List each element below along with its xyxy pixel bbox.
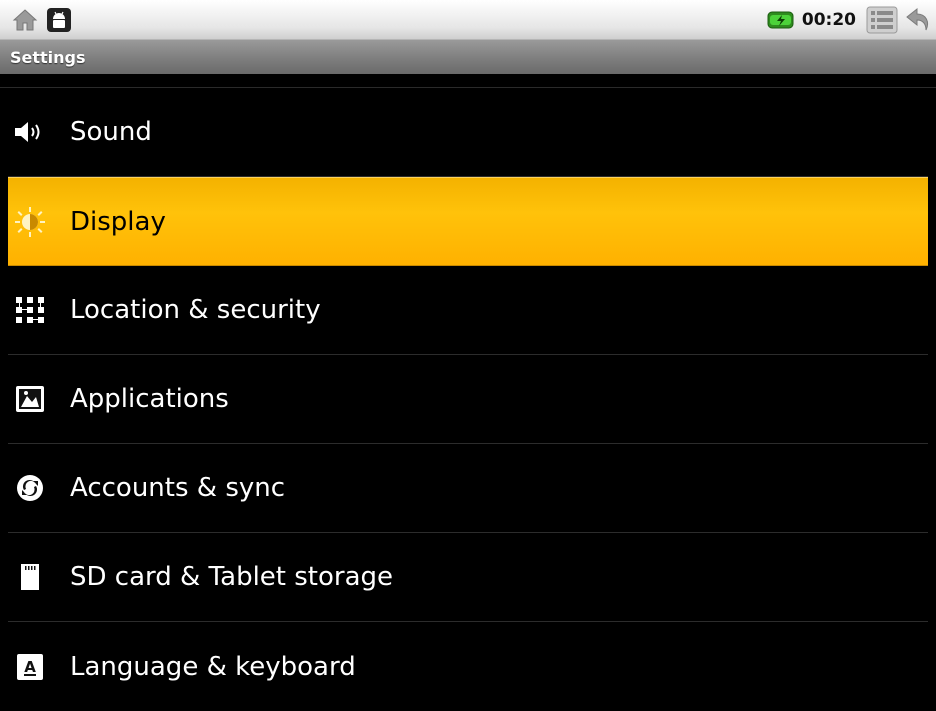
settings-item-sound[interactable]: Sound xyxy=(8,88,928,177)
keyboard-icon: A xyxy=(12,649,48,685)
settings-item-label: Accounts & sync xyxy=(70,473,286,503)
title-bar: Settings xyxy=(0,39,936,74)
settings-item-label: Location & security xyxy=(70,295,321,325)
settings-list: Sound Display Location & security Applic… xyxy=(0,74,936,711)
settings-item-label: SD card & Tablet storage xyxy=(70,562,394,592)
settings-item-sd-storage[interactable]: SD card & Tablet storage xyxy=(8,533,928,622)
svg-text:A: A xyxy=(24,658,36,676)
settings-item-label: Language & keyboard xyxy=(70,651,356,682)
menu-icon[interactable] xyxy=(866,6,898,34)
settings-item-accounts-sync[interactable]: Accounts & sync xyxy=(8,444,928,533)
sync-icon xyxy=(12,470,48,506)
android-debug-icon xyxy=(46,7,72,33)
back-icon[interactable] xyxy=(904,6,932,34)
settings-item-applications[interactable]: Applications xyxy=(8,355,928,444)
location-security-icon xyxy=(12,292,48,328)
settings-item-language-keyboard[interactable]: A Language & keyboard xyxy=(8,622,928,711)
battery-charging-icon xyxy=(766,10,796,30)
settings-item-label: Applications xyxy=(70,384,229,414)
settings-item-label: Sound xyxy=(70,117,152,147)
status-bar: 00:20 xyxy=(0,0,936,39)
sd-card-icon xyxy=(12,559,48,595)
clock: 00:20 xyxy=(801,9,856,30)
speaker-icon xyxy=(12,114,48,150)
brightness-icon xyxy=(12,204,48,240)
list-divider xyxy=(0,74,936,88)
applications-icon xyxy=(12,381,48,417)
settings-item-display[interactable]: Display xyxy=(8,177,928,266)
home-icon[interactable] xyxy=(12,8,38,32)
settings-item-label: Display xyxy=(70,206,166,237)
page-title: Settings xyxy=(10,47,86,67)
settings-item-location-security[interactable]: Location & security xyxy=(8,266,928,355)
